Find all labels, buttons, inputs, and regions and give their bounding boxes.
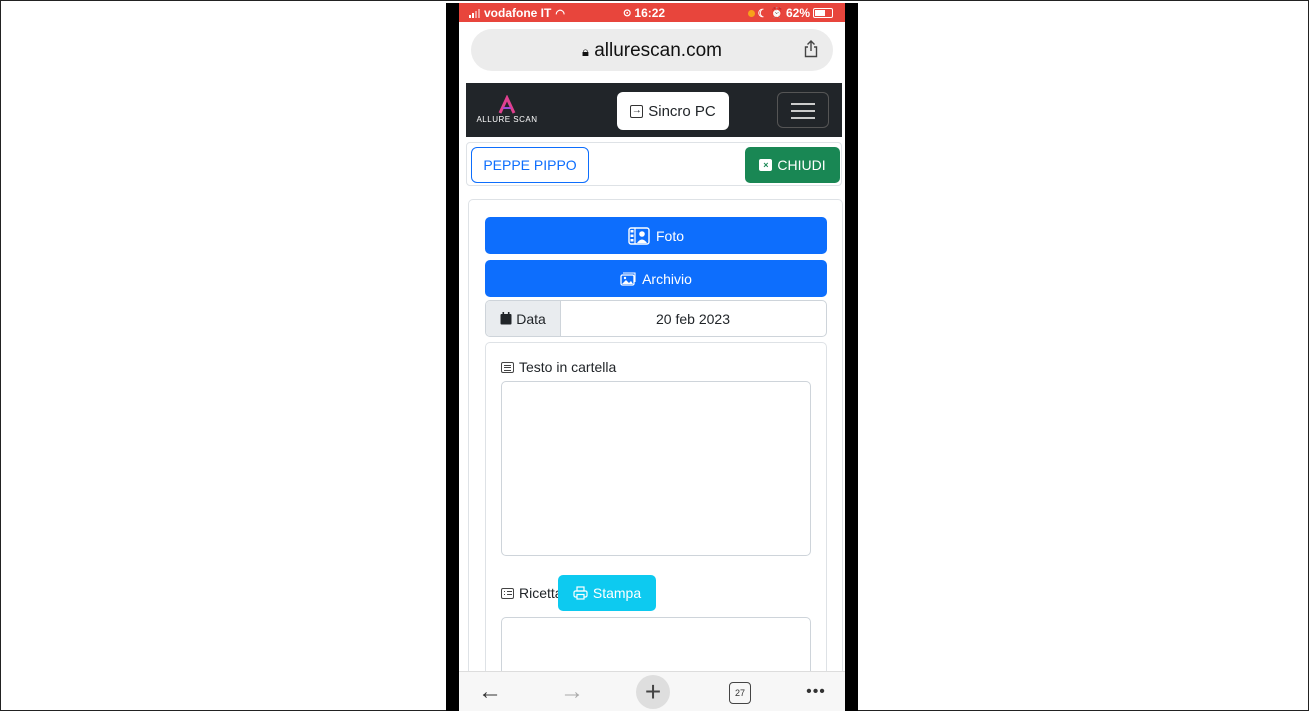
print-button[interactable]: Stampa bbox=[558, 575, 656, 611]
logo-a-icon bbox=[498, 95, 516, 114]
hamburger-menu-button[interactable] bbox=[777, 92, 829, 128]
date-label-text: Data bbox=[516, 310, 546, 327]
status-bar: vodafone IT ◠ ⊙ 16:22 ☾ ⏰ 62% bbox=[459, 3, 845, 22]
more-dots-icon[interactable]: ••• bbox=[801, 678, 831, 706]
status-time: 16:22 bbox=[634, 6, 666, 20]
sign-in-icon: → bbox=[630, 104, 644, 118]
sync-pc-button[interactable]: → Sincro PC bbox=[617, 92, 729, 130]
close-button[interactable]: × CHIUDI bbox=[745, 147, 840, 183]
date-input-group: Data 20 feb 2023 bbox=[485, 300, 827, 337]
alarm-icon: ⏰ bbox=[770, 7, 783, 19]
location-dot-icon bbox=[747, 9, 755, 17]
notes-label: Testo in cartella bbox=[501, 359, 616, 375]
battery-percent: 62% bbox=[785, 6, 810, 20]
notes-label-text: Testo in cartella bbox=[519, 359, 617, 375]
patient-name-button[interactable]: PEPPE PIPPO bbox=[471, 147, 589, 183]
notes-section: Testo in cartella Ricetta Stampa bbox=[485, 342, 827, 711]
url-text: allurescan.com bbox=[594, 40, 722, 61]
tab-count-button[interactable]: 27 bbox=[729, 682, 751, 704]
sync-pc-label: Sincro PC bbox=[648, 102, 716, 120]
recipe-label: Ricetta bbox=[501, 585, 563, 601]
address-bar[interactable]: 🔒︎ allurescan.com bbox=[471, 29, 833, 71]
battery-icon bbox=[813, 8, 833, 18]
site-navbar: ALLURE SCAN → Sincro PC bbox=[466, 83, 842, 137]
patient-form-card: Foto Archivio Data 20 feb 2023 Testo in … bbox=[468, 199, 843, 711]
forward-arrow-icon[interactable]: → bbox=[557, 678, 587, 706]
photo-button[interactable]: Foto bbox=[485, 217, 827, 254]
share-icon[interactable] bbox=[803, 40, 819, 58]
date-field[interactable]: 20 feb 2023 bbox=[560, 301, 826, 336]
wifi-icon: ◠ bbox=[555, 7, 565, 20]
new-tab-plus-icon[interactable]: + bbox=[636, 675, 670, 709]
phone-screen: vodafone IT ◠ ⊙ 16:22 ☾ ⏰ 62% 🔒︎ allures… bbox=[459, 3, 845, 711]
archive-label: Archivio bbox=[642, 270, 692, 287]
recipe-label-text: Ricetta bbox=[519, 585, 563, 601]
patient-bar: PEPPE PIPPO × CHIUDI bbox=[466, 142, 842, 186]
date-label: Data bbox=[486, 301, 561, 336]
clock-icon: ⊙ bbox=[623, 7, 632, 19]
images-icon bbox=[620, 271, 636, 286]
calendar-icon bbox=[500, 312, 512, 325]
close-box-icon: × bbox=[759, 159, 773, 171]
photo-label: Foto bbox=[655, 227, 684, 244]
notes-textarea[interactable] bbox=[501, 381, 811, 556]
site-logo[interactable]: ALLURE SCAN bbox=[474, 95, 540, 127]
archive-button[interactable]: Archivio bbox=[485, 260, 827, 297]
carrier-name: vodafone IT bbox=[484, 6, 552, 20]
moon-icon: ☾ bbox=[757, 7, 768, 20]
printer-icon bbox=[573, 586, 588, 600]
signal-icon bbox=[469, 8, 480, 18]
print-label: Stampa bbox=[592, 585, 642, 601]
text-paragraph-icon bbox=[501, 361, 514, 373]
close-label: CHIUDI bbox=[777, 157, 826, 173]
logo-text: ALLURE SCAN bbox=[476, 115, 538, 124]
back-arrow-icon[interactable]: ← bbox=[475, 678, 505, 706]
card-list-icon bbox=[501, 587, 514, 599]
photo-film-icon bbox=[628, 226, 650, 245]
lock-icon: 🔒︎ bbox=[582, 44, 589, 59]
phone-frame: vodafone IT ◠ ⊙ 16:22 ☾ ⏰ 62% 🔒︎ allures… bbox=[446, 3, 858, 711]
browser-toolbar: ← → + 27 ••• bbox=[459, 671, 845, 711]
